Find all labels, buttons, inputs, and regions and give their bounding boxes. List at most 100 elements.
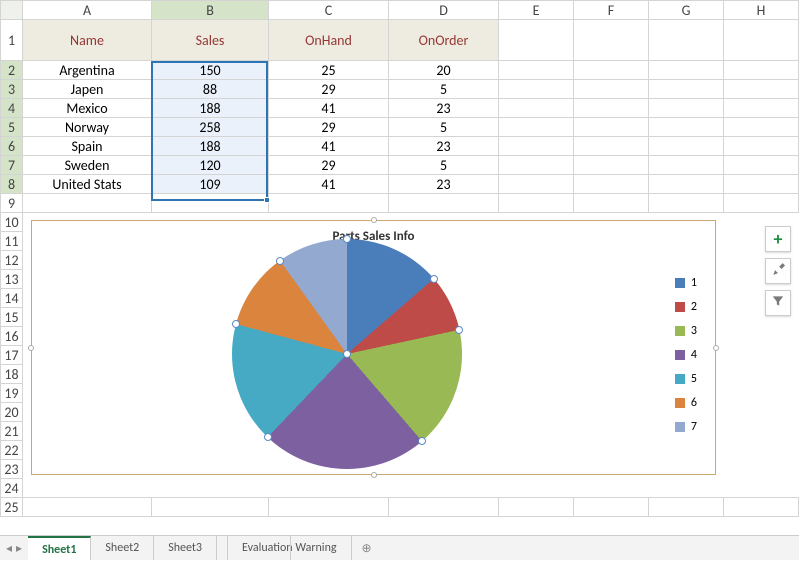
row-5[interactable]: 5	[1, 118, 23, 137]
row-17[interactable]: 17	[1, 346, 23, 365]
tab-nav-next-icon[interactable]: ▸	[16, 541, 22, 556]
row-7[interactable]: 7	[1, 156, 23, 175]
row-4[interactable]: 4	[1, 99, 23, 118]
cell[interactable]: 29	[269, 118, 389, 137]
chart-filter-button[interactable]	[765, 290, 791, 316]
cell[interactable]	[724, 175, 799, 194]
pie-handle[interactable]	[232, 320, 240, 328]
cell[interactable]	[499, 498, 574, 517]
col-G[interactable]: G	[649, 1, 724, 20]
legend-item[interactable]: 6	[675, 391, 697, 415]
sheet-tab-3[interactable]: Sheet3	[154, 536, 217, 560]
cell[interactable]	[269, 498, 389, 517]
cell[interactable]	[724, 80, 799, 99]
row-18[interactable]: 18	[1, 365, 23, 384]
pie-handle[interactable]	[455, 326, 463, 334]
row-10[interactable]: 10	[1, 213, 23, 232]
cell[interactable]	[499, 194, 574, 213]
cell[interactable]: 29	[269, 80, 389, 99]
cell[interactable]	[389, 194, 499, 213]
cell[interactable]	[574, 99, 649, 118]
sheet-tab-2[interactable]: Sheet2	[91, 536, 154, 560]
row-6[interactable]: 6	[1, 137, 23, 156]
pie-handle[interactable]	[418, 437, 426, 445]
cell[interactable]	[724, 118, 799, 137]
cell[interactable]	[649, 156, 724, 175]
cell[interactable]	[724, 20, 799, 61]
cell[interactable]: 20	[389, 61, 499, 80]
legend-item[interactable]: 7	[675, 415, 697, 439]
cell-A1[interactable]: Name	[23, 20, 152, 61]
cell-D1[interactable]: OnOrder	[389, 20, 499, 61]
row-20[interactable]: 20	[1, 403, 23, 422]
cell[interactable]	[649, 175, 724, 194]
row-1[interactable]: 1	[1, 20, 23, 61]
cell[interactable]: 41	[269, 99, 389, 118]
sheet-tab-1[interactable]: Sheet1	[28, 536, 91, 560]
cell[interactable]: 25	[269, 61, 389, 80]
resize-handle[interactable]	[28, 345, 34, 351]
cell[interactable]	[389, 498, 499, 517]
row-2[interactable]: 2	[1, 61, 23, 80]
cell[interactable]	[574, 156, 649, 175]
chart-styles-button[interactable]	[765, 258, 791, 284]
cell[interactable]: 188	[152, 137, 269, 156]
cell[interactable]	[23, 194, 152, 213]
cell[interactable]: United Stats	[23, 175, 152, 194]
col-C[interactable]: C	[269, 1, 389, 20]
cell[interactable]	[499, 99, 574, 118]
pie-chart[interactable]: Parts Sales Info 1234567	[31, 220, 716, 475]
cell[interactable]	[649, 99, 724, 118]
cell[interactable]	[724, 137, 799, 156]
cell[interactable]	[152, 498, 269, 517]
cell[interactable]: Argentina	[23, 61, 152, 80]
cell-C1[interactable]: OnHand	[269, 20, 389, 61]
resize-handle[interactable]	[371, 217, 377, 223]
pie-plot-area[interactable]	[232, 239, 462, 469]
cell[interactable]	[724, 156, 799, 175]
row-14[interactable]: 14	[1, 289, 23, 308]
cell[interactable]: 29	[269, 156, 389, 175]
row-16[interactable]: 16	[1, 327, 23, 346]
resize-handle[interactable]	[371, 472, 377, 478]
cell[interactable]: Norway	[23, 118, 152, 137]
select-all-corner[interactable]	[1, 1, 23, 20]
row-22[interactable]: 22	[1, 441, 23, 460]
cell[interactable]	[649, 194, 724, 213]
cell[interactable]	[574, 20, 649, 61]
cell[interactable]	[574, 175, 649, 194]
new-sheet-button[interactable]: ⊕	[352, 541, 382, 556]
cell[interactable]	[649, 137, 724, 156]
col-F[interactable]: F	[574, 1, 649, 20]
cell[interactable]	[499, 156, 574, 175]
cell[interactable]: 5	[389, 156, 499, 175]
pie-handle[interactable]	[264, 433, 272, 441]
legend-item[interactable]: 1	[675, 271, 697, 295]
cell[interactable]	[574, 118, 649, 137]
pie-handle[interactable]	[343, 235, 351, 243]
cell[interactable]	[499, 137, 574, 156]
row-11[interactable]: 11	[1, 232, 23, 251]
cell[interactable]: 41	[269, 137, 389, 156]
cell[interactable]	[499, 61, 574, 80]
col-H[interactable]: H	[724, 1, 799, 20]
cell-B1[interactable]: Sales	[152, 20, 269, 61]
tab-nav-first-icon[interactable]: ◂	[6, 541, 12, 556]
col-D[interactable]: D	[389, 1, 499, 20]
row-19[interactable]: 19	[1, 384, 23, 403]
row-15[interactable]: 15	[1, 308, 23, 327]
cell[interactable]	[499, 175, 574, 194]
cell[interactable]	[724, 194, 799, 213]
cell[interactable]: Japen	[23, 80, 152, 99]
cell[interactable]	[499, 80, 574, 99]
row-25[interactable]: 25	[1, 498, 23, 517]
row-13[interactable]: 13	[1, 270, 23, 289]
row-3[interactable]: 3	[1, 80, 23, 99]
chart-add-element-button[interactable]: +	[765, 226, 791, 252]
cell[interactable]: 109	[152, 175, 269, 194]
row-23[interactable]: 23	[1, 460, 23, 479]
legend-item[interactable]: 2	[675, 295, 697, 319]
chart-legend[interactable]: 1234567	[675, 271, 697, 439]
cell[interactable]: 23	[389, 137, 499, 156]
cell[interactable]	[574, 137, 649, 156]
